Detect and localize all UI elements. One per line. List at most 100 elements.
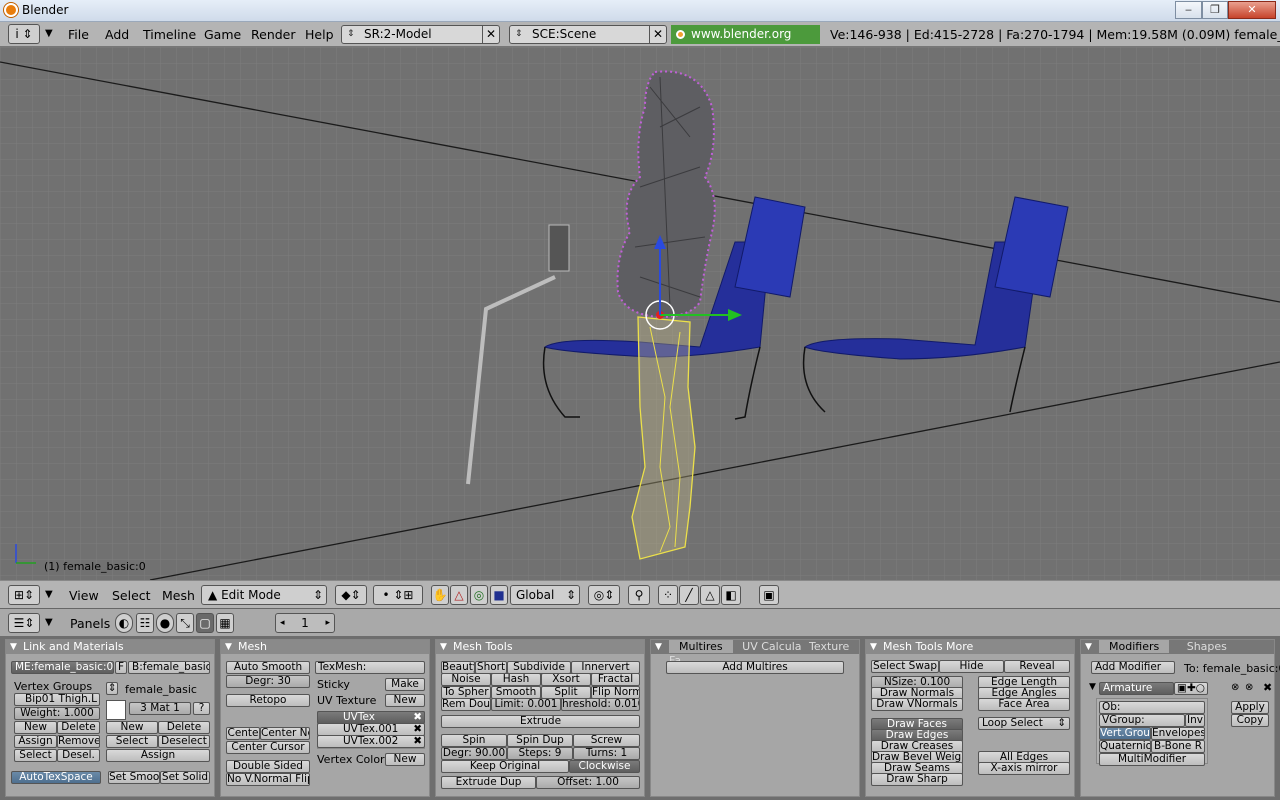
add-multires-button[interactable]: Add Multires [666, 661, 844, 674]
panel-header[interactable]: ▼ Mesh [221, 640, 429, 654]
material-select-button[interactable]: Select [106, 735, 158, 748]
material-deselect-button[interactable]: Deselect [158, 735, 210, 748]
loop-select-dropdown[interactable]: Loop Select ⇕ [978, 717, 1070, 730]
retopo-toggle[interactable]: Retopo [226, 694, 310, 707]
material-new-button[interactable]: New [106, 721, 158, 734]
invert-toggle[interactable]: Inv [1185, 714, 1205, 727]
uv-texture-item[interactable]: UVTex.002 ✖ [317, 735, 425, 748]
modifier-name-field[interactable]: Armature [1099, 682, 1174, 695]
scene-context-icon[interactable]: ▦ [216, 613, 234, 633]
material-index-field[interactable]: 3 Mat 1 [129, 702, 191, 715]
scene-selector[interactable]: ⇕ SCE:Scene ✕ [509, 25, 667, 44]
material-delete-button[interactable]: Delete [158, 721, 210, 734]
menu-add[interactable]: Add [105, 27, 129, 42]
edge-select-mode-icon[interactable]: ╱ [679, 585, 699, 605]
object-name-field[interactable]: B:female_basic:0 [128, 661, 210, 674]
add-modifier-dropdown[interactable]: Add Modifier [1091, 661, 1175, 674]
smooth-degree-field[interactable]: Degr: 30 [226, 675, 310, 688]
menu-mesh[interactable]: Mesh [162, 588, 195, 603]
vgroup-delete-button[interactable]: Delete [57, 721, 100, 734]
menu-game[interactable]: Game [204, 27, 241, 42]
collapse-icon[interactable]: ▼ [655, 640, 662, 654]
menu-file[interactable]: File [68, 27, 89, 42]
tab-uv-calculation[interactable]: UV Calcula [742, 640, 801, 653]
draw-sharp-toggle[interactable]: Draw Sharp [871, 773, 963, 786]
vgroup-select-button[interactable]: Select [14, 749, 57, 762]
panel-header[interactable]: ▼ Link and Materials [6, 640, 214, 654]
panel-header[interactable]: ▼ Mesh Tools More [866, 640, 1074, 654]
draw-type-selector[interactable]: ◆⇕ [335, 585, 367, 605]
material-color-swatch[interactable] [106, 700, 126, 720]
vgroup-new-button[interactable]: New [14, 721, 57, 734]
delete-scene-icon[interactable]: ✕ [649, 25, 666, 44]
screen-selector[interactable]: ⇕ SR:2-Model ✕ [341, 25, 500, 44]
proportional-edit-selector[interactable]: ◎⇕ [588, 585, 620, 605]
vgroup-deselect-button[interactable]: Desel. [57, 749, 100, 762]
noise-button[interactable]: Noise [441, 673, 491, 686]
weight-field[interactable]: Weight: 1.000 [14, 707, 100, 720]
set-solid-button[interactable]: Set Solid [160, 771, 210, 784]
delete-modifier-icon[interactable]: ✖ [1263, 681, 1272, 694]
vertex-group-selector[interactable]: Bip01 Thigh.L [14, 693, 100, 706]
shading-context-icon[interactable]: ● [156, 613, 174, 633]
orientation-selector[interactable]: Global ⇕ [510, 585, 580, 605]
collapse-menu-icon[interactable]: ▼ [45, 589, 53, 600]
copy-modifier-button[interactable]: Copy [1231, 714, 1269, 727]
collapse-menu-icon[interactable]: ▼ [45, 617, 53, 628]
snap-toggle[interactable]: ⚲ [628, 585, 650, 605]
remove-doubles-button[interactable]: Rem Dou [441, 698, 491, 711]
panel-header[interactable]: ▼ Mesh Tools [436, 640, 644, 654]
move-down-icon[interactable]: ⊗ [1245, 682, 1253, 693]
script-context-icon[interactable]: ☷ [136, 613, 154, 633]
close-button[interactable]: ✕ [1228, 1, 1276, 19]
translate-manipulator-icon[interactable]: △ [450, 585, 468, 605]
manipulator-toggle[interactable]: ✋ [431, 585, 449, 605]
select-swap-button[interactable]: Select Swap [871, 660, 939, 673]
vertex-color-new-button[interactable]: New [385, 753, 425, 766]
minimize-button[interactable]: ‒ [1175, 1, 1202, 19]
collapse-icon[interactable]: ▼ [1085, 640, 1092, 654]
auto-smooth-toggle[interactable]: Auto Smooth [226, 661, 310, 674]
quaternion-toggle[interactable]: Quaternio [1099, 740, 1151, 753]
threshold-field[interactable]: hreshold: 0.010 [561, 698, 640, 711]
maximize-button[interactable]: ❐ [1202, 1, 1228, 19]
delete-icon[interactable]: ✖ [413, 724, 422, 735]
vertex-select-mode-icon[interactable]: ⁘ [658, 585, 678, 605]
apply-modifier-button[interactable]: Apply [1231, 701, 1269, 714]
spin-dup-button[interactable]: Spin Dup [507, 734, 573, 747]
centre-new-button[interactable]: Center Ne [260, 727, 310, 740]
panels-menu[interactable]: Panels [70, 616, 110, 631]
no-vnormal-flip-toggle[interactable]: No V.Normal Flip [226, 773, 310, 786]
window-type-info-icon[interactable]: i ⇕ [8, 24, 40, 44]
editing-context-icon[interactable]: ▢ [196, 613, 214, 633]
scale-manipulator-icon[interactable]: ■ [490, 585, 508, 605]
render-preview-icon[interactable]: ▣ [759, 585, 779, 605]
material-help-button[interactable]: ? [193, 702, 210, 715]
hide-button[interactable]: Hide [939, 660, 1004, 673]
occlude-geometry-icon[interactable]: ◧ [721, 585, 741, 605]
set-smooth-button[interactable]: Set Smoo [108, 771, 160, 784]
collapse-menu-icon[interactable]: ▼ [45, 28, 53, 39]
expand-modifier-icon[interactable]: ▼ [1089, 682, 1096, 692]
delete-screen-icon[interactable]: ✕ [482, 25, 499, 44]
tab-modifiers[interactable]: Modifiers [1099, 640, 1170, 653]
bbone-rest-toggle[interactable]: B-Bone R [1151, 740, 1205, 753]
face-select-mode-icon[interactable]: △ [700, 585, 720, 605]
draw-vnormals-toggle[interactable]: Draw VNormals [871, 698, 963, 711]
uv-texture-new-button[interactable]: New [385, 694, 425, 707]
multimodifier-toggle[interactable]: MultiModifier [1099, 753, 1205, 766]
extrude-dup-button[interactable]: Extrude Dup [441, 776, 536, 789]
move-up-icon[interactable]: ⊗ [1231, 682, 1239, 693]
face-area-toggle[interactable]: Face Area [978, 698, 1070, 711]
spin-button[interactable]: Spin [441, 734, 507, 747]
window-type-3dview-icon[interactable]: ⊞⇕ [8, 585, 40, 605]
menu-timeline[interactable]: Timeline [143, 27, 196, 42]
clockwise-toggle[interactable]: Clockwise [569, 760, 640, 773]
modifier-display-toggles-icon[interactable]: ▣✚○ [1174, 682, 1208, 695]
3d-viewport[interactable]: (1) female_basic:0 [0, 47, 1280, 580]
xsort-button[interactable]: Xsort [541, 673, 591, 686]
limit-field[interactable]: Limit: 0.001 [491, 698, 561, 711]
autotexspace-toggle[interactable]: AutoTexSpace [11, 771, 101, 784]
centre-button[interactable]: Cente [226, 727, 260, 740]
hash-button[interactable]: Hash [491, 673, 541, 686]
